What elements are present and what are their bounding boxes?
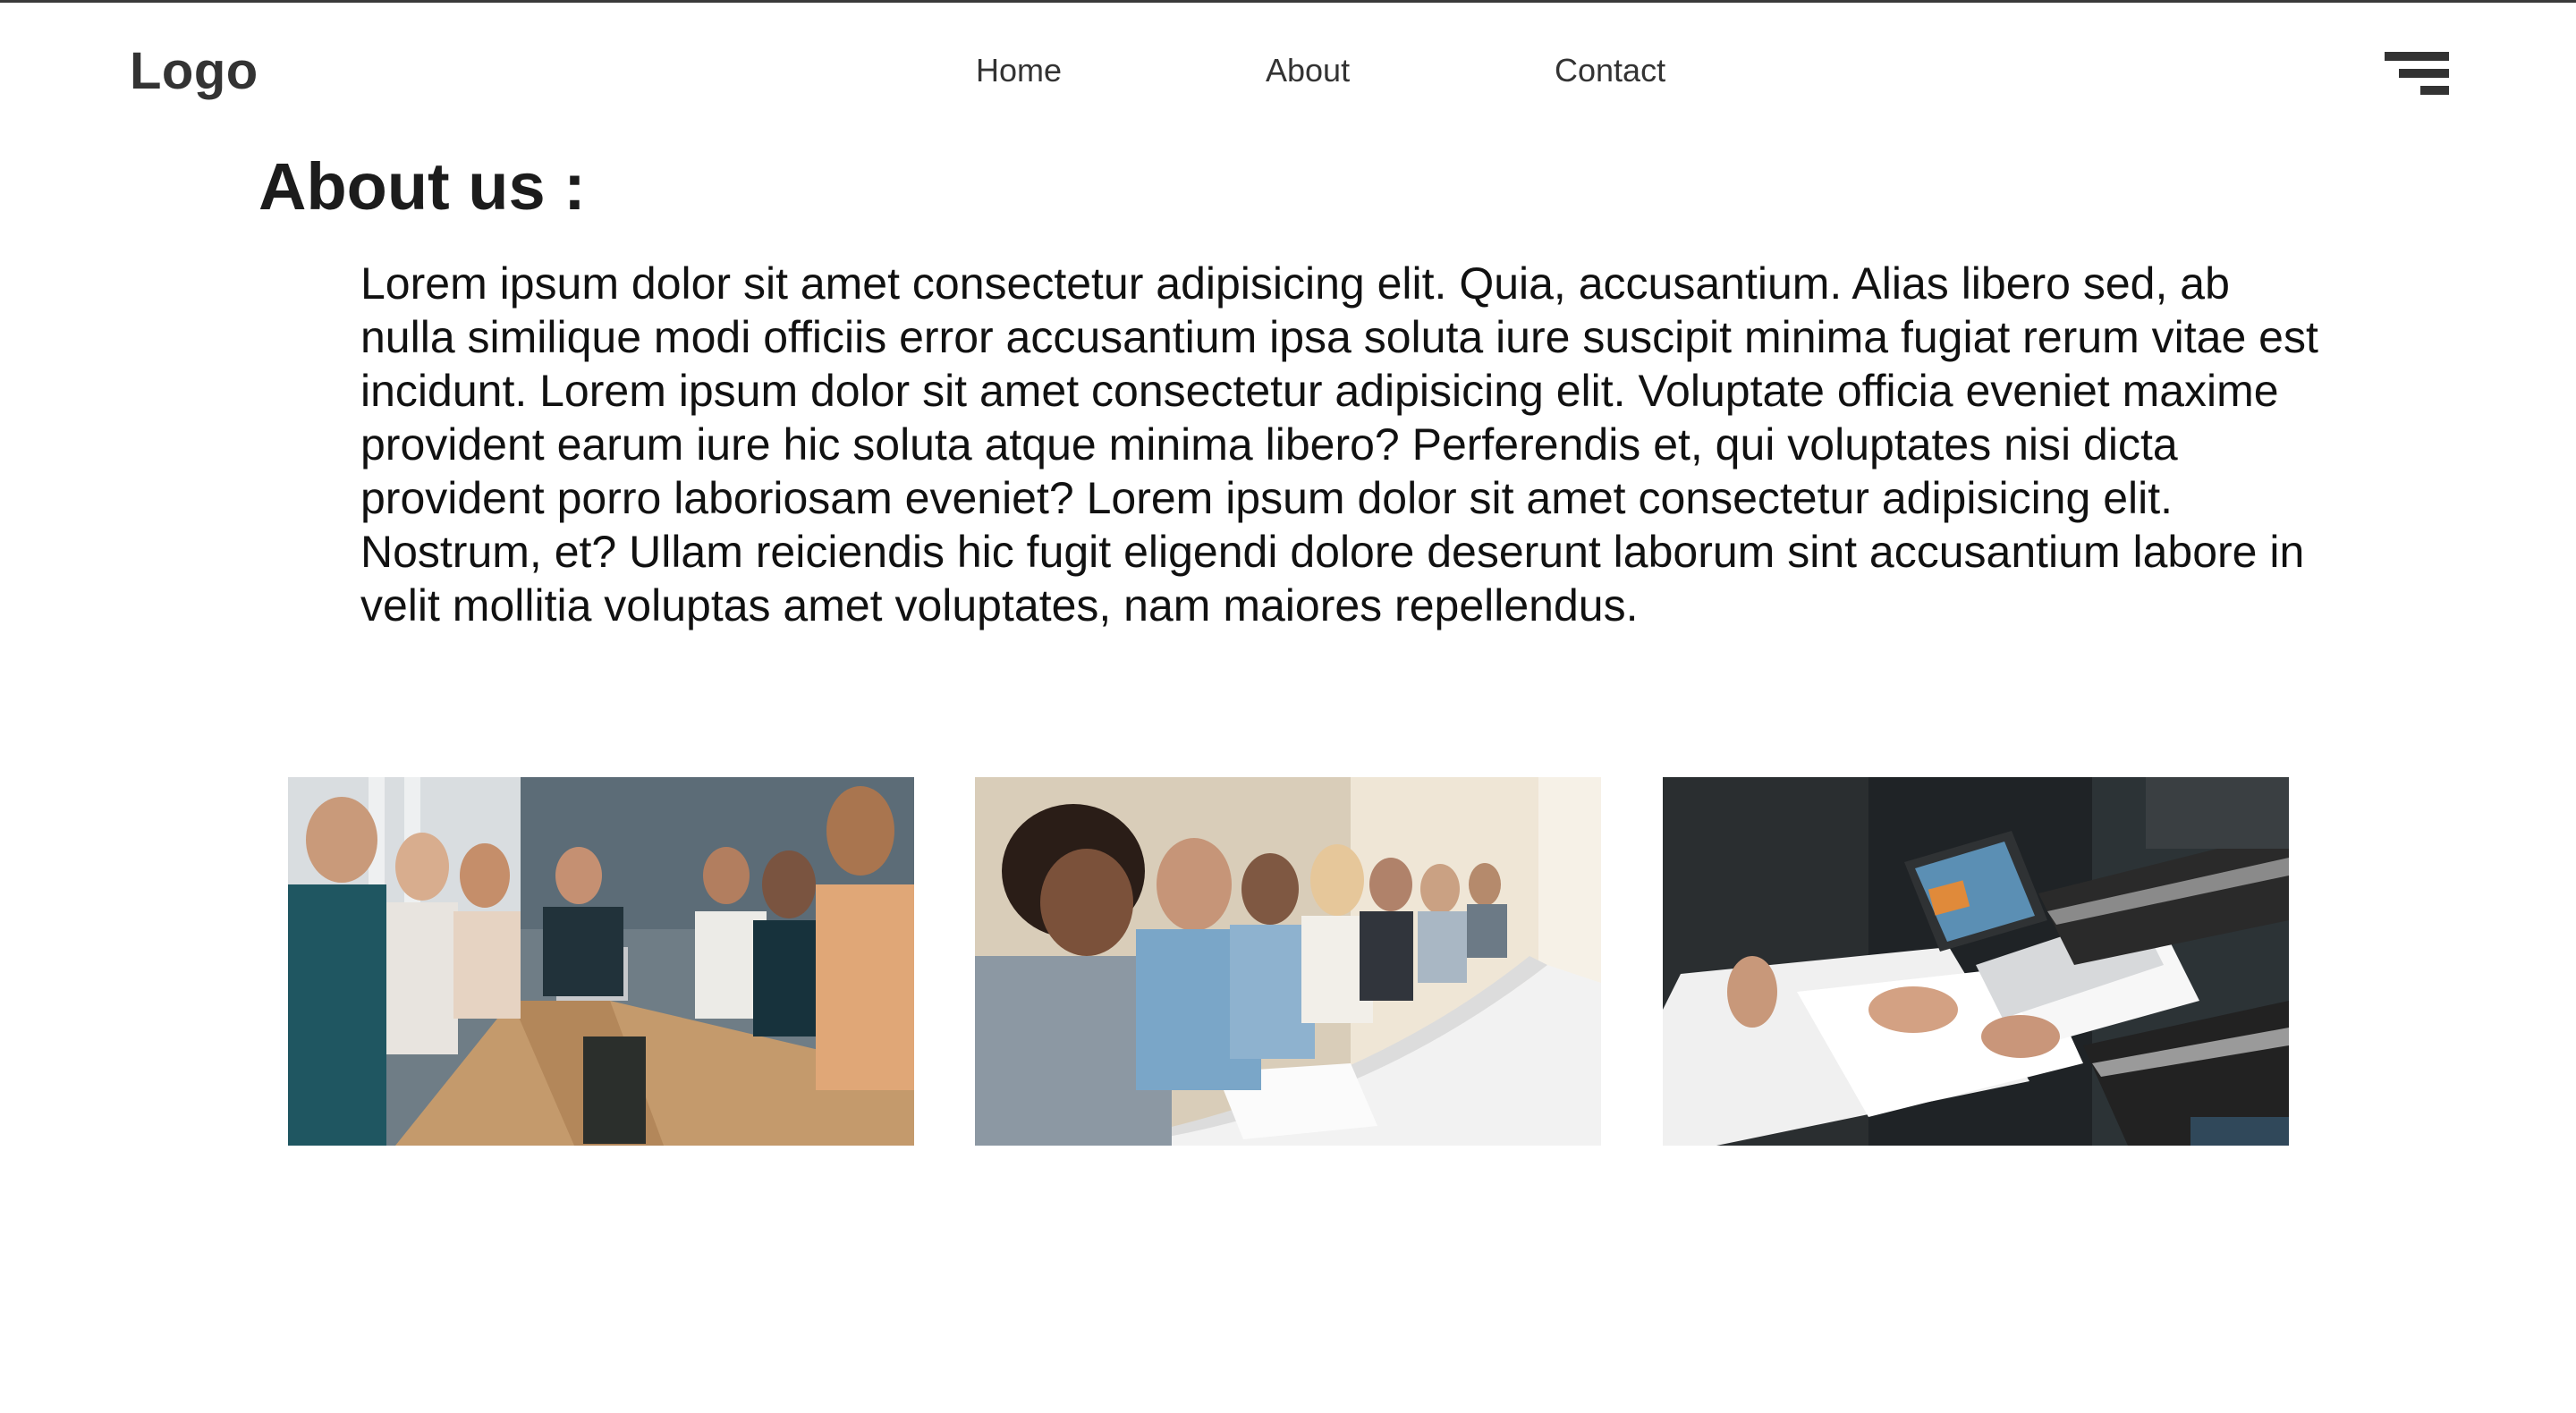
hamburger-menu-icon[interactable] [2385,52,2449,95]
nav-link-home[interactable]: Home [976,52,1062,89]
about-paragraph: Lorem ipsum dolor sit amet consectetur a… [360,258,2318,630]
logo[interactable]: Logo [130,41,258,101]
page-title: About us : [258,149,586,224]
documents-discussion-photo [1663,777,2289,1146]
team-meeting-photo [288,777,914,1146]
nav-link-about[interactable]: About [1266,52,1350,89]
site-header: Logo Home About Contact [0,0,2576,143]
smiling-team-photo [975,777,1601,1146]
nav-link-contact[interactable]: Contact [1555,52,1665,89]
